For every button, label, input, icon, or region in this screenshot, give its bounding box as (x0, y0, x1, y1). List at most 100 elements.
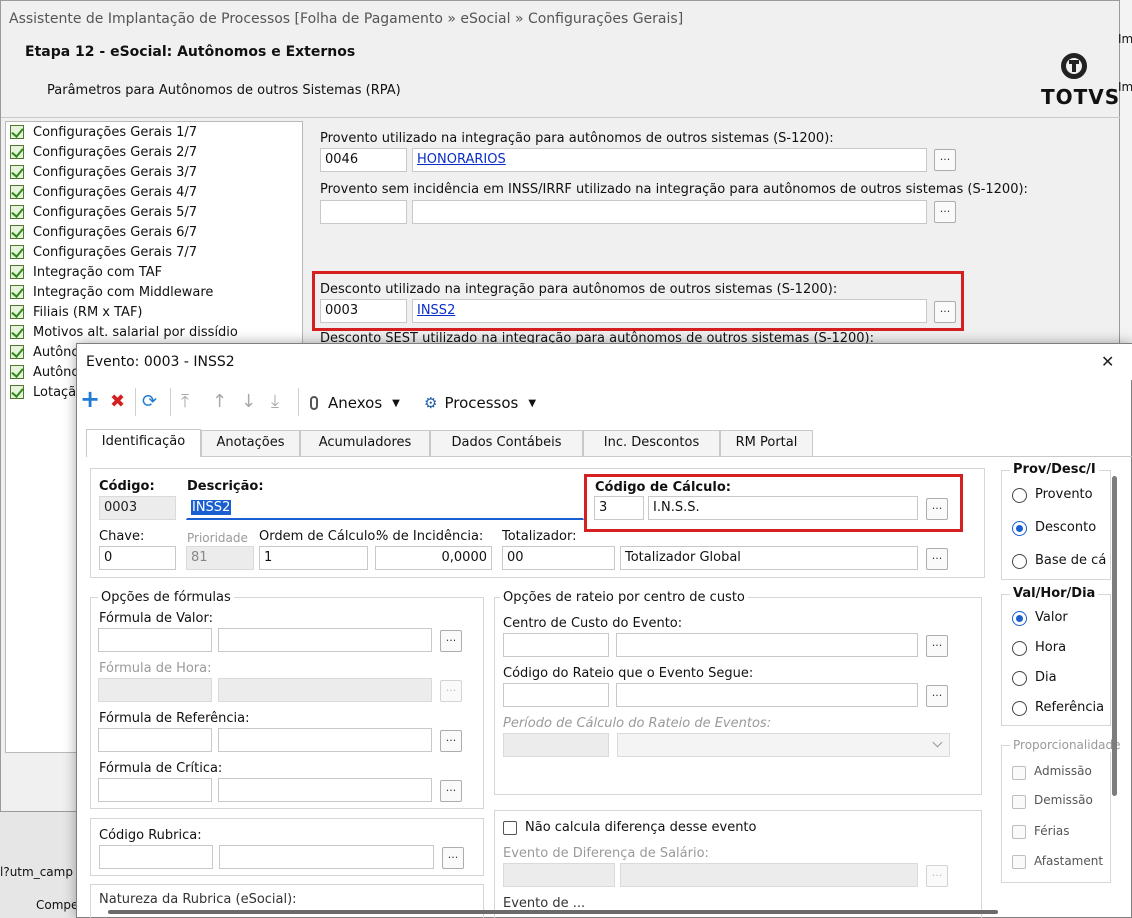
provento-radio[interactable] (1012, 488, 1027, 503)
formula-valor-label: Fórmula de Valor: (99, 611, 213, 626)
tab-acumuladores[interactable]: Acumuladores (300, 430, 430, 456)
close-icon[interactable]: ✕ (1101, 352, 1114, 371)
formula-referencia-browse-button[interactable]: ... (440, 730, 462, 752)
tree-item-label: Motivos alt. salarial por dissídio (33, 324, 238, 340)
right-edge-text-2: Im (1118, 80, 1132, 94)
chevron-down-icon: ▼ (392, 397, 400, 409)
referencia-radio-label: Referência (1035, 700, 1105, 715)
formula-referencia-code-input[interactable] (98, 728, 212, 752)
centro-custo-browse-button[interactable]: ... (926, 635, 948, 657)
evento-diferenca-browse-button: ... (926, 865, 948, 887)
centro-custo-desc-input[interactable] (616, 633, 918, 657)
centro-custo-label: Centro de Custo do Evento: (503, 616, 683, 631)
tab-rm-portal[interactable]: RM Portal (720, 430, 813, 456)
provento-browse-button[interactable]: ... (934, 149, 956, 171)
tab-anotacoes[interactable]: Anotações (201, 430, 300, 456)
tree-item-label: Configurações Gerais 7/7 (33, 244, 198, 260)
demissao-checkbox (1012, 795, 1026, 809)
tree-item[interactable]: Motivos alt. salarial por dissídio (10, 322, 238, 342)
formula-valor-browse-button[interactable]: ... (440, 630, 462, 652)
formula-referencia-desc-input[interactable] (218, 728, 432, 752)
provento-sem-desc-input[interactable] (412, 200, 927, 224)
prev-record-icon[interactable]: ↑ (212, 392, 227, 412)
first-record-icon[interactable]: ⤒ (181, 392, 189, 412)
formula-critica-browse-button[interactable]: ... (440, 780, 462, 802)
tree-item[interactable]: Configurações Gerais 7/7 (10, 242, 197, 262)
descricao-input[interactable]: INSS2 (186, 496, 584, 520)
tree-item[interactable]: Configurações Gerais 5/7 (10, 202, 197, 222)
codigo-rateio-code-input[interactable] (503, 683, 609, 707)
processos-button[interactable]: ⚙ Processos ▼ (424, 392, 544, 414)
provento-sem-code-input[interactable] (320, 200, 407, 224)
admissao-checkbox (1012, 766, 1026, 780)
codigo-rubrica-desc-input[interactable] (219, 845, 434, 869)
codigo-rateio-desc-input[interactable] (616, 683, 918, 707)
nao-calcula-checkbox[interactable] (503, 821, 517, 835)
prov-desc-group-title: Prov/Desc/I (1010, 462, 1099, 477)
tab-dados-contabeis[interactable]: Dados Contábeis (430, 430, 583, 456)
tree-item[interactable]: Configurações Gerais 4/7 (10, 182, 197, 202)
formula-valor-desc-input[interactable] (218, 628, 432, 652)
periodo-rateio-select (617, 733, 950, 757)
codigo-rateio-browse-button[interactable]: ... (926, 685, 948, 707)
chave-input[interactable]: 0 (99, 546, 176, 570)
desconto-radio[interactable] (1012, 521, 1027, 536)
dia-radio[interactable] (1012, 671, 1027, 686)
provento-sem-browse-button[interactable]: ... (934, 201, 956, 223)
chevron-down-icon: ▼ (528, 397, 537, 409)
tree-item[interactable]: Configurações Gerais 6/7 (10, 222, 197, 242)
totalizador-browse-button[interactable]: ... (926, 548, 948, 570)
formula-critica-code-input[interactable] (98, 778, 212, 802)
totalizador-code-input[interactable]: 00 (502, 546, 615, 570)
provento-code-input[interactable]: 0046 (320, 148, 407, 172)
codigo-rateio-label: Código do Rateio que o Evento Segue: (503, 666, 754, 681)
tree-item[interactable]: Integração com TAF (10, 262, 162, 282)
base-calculo-radio[interactable] (1012, 554, 1027, 569)
tree-item[interactable]: Integração com Middleware (10, 282, 213, 302)
horizontal-scrollbar[interactable] (108, 910, 998, 914)
add-icon[interactable]: + (80, 387, 100, 411)
codigo-rubrica-code-input[interactable] (99, 845, 213, 869)
desconto-highlight-box (312, 271, 964, 331)
referencia-radio[interactable] (1012, 701, 1027, 716)
totalizador-desc-input[interactable]: Totalizador Global (620, 546, 918, 570)
tree-item[interactable]: Filiais (RM x TAF) (10, 302, 143, 322)
ordem-calculo-input[interactable]: 1 (259, 546, 368, 570)
codigo-input[interactable]: 0003 (99, 496, 176, 520)
valor-radio[interactable] (1012, 611, 1027, 626)
descricao-label: Descrição: (187, 479, 264, 494)
tree-item[interactable]: Configurações Gerais 2/7 (10, 142, 197, 162)
tab-inc-descontos[interactable]: Inc. Descontos (583, 430, 720, 456)
base-calculo-radio-label: Base de cá (1035, 553, 1107, 568)
formula-referencia-label: Fórmula de Referência: (99, 711, 250, 726)
next-record-icon[interactable]: ↓ (241, 392, 256, 412)
anexos-button[interactable]: Anexos ▼ (310, 392, 410, 414)
tree-item-label: Integração com TAF (33, 264, 163, 280)
gear-icon: ⚙ (424, 394, 438, 412)
val-hor-dia-group-title: Val/Hor/Dia (1010, 586, 1099, 601)
tree-item[interactable]: Configurações Gerais 3/7 (10, 162, 197, 182)
incidencia-input[interactable]: 0,0000 (375, 546, 492, 570)
scrollbar-thumb[interactable] (1112, 476, 1117, 796)
tree-item[interactable]: Autônc (10, 362, 79, 382)
hora-radio[interactable] (1012, 641, 1027, 656)
chave-label: Chave: (99, 529, 145, 544)
refresh-icon[interactable]: ⟳ (142, 392, 157, 412)
formulas-group-title: Opções de fórmulas (98, 590, 234, 605)
provento-desc-link[interactable]: HONORARIOS (412, 148, 927, 172)
tree-item[interactable]: Lotaçã (10, 382, 76, 402)
vertical-scrollbar[interactable] (1111, 462, 1119, 802)
step-subtitle: Parâmetros para Autônomos de outros Sist… (47, 83, 401, 98)
tree-item[interactable]: Autônc (10, 342, 79, 362)
codigo-rubrica-browse-button[interactable]: ... (442, 847, 464, 869)
formula-valor-code-input[interactable] (98, 628, 212, 652)
checkmark-icon (10, 165, 24, 179)
formula-critica-desc-input[interactable] (218, 778, 432, 802)
delete-icon[interactable]: ✖ (110, 392, 125, 412)
last-record-icon[interactable]: ⤓ (271, 392, 279, 412)
centro-custo-code-input[interactable] (503, 633, 609, 657)
tree-item[interactable]: Configurações Gerais 1/7 (10, 122, 197, 142)
checkmark-icon (10, 145, 24, 159)
tab-identificacao[interactable]: Identificação (86, 429, 201, 457)
prioridade-input: 81 (186, 546, 254, 570)
